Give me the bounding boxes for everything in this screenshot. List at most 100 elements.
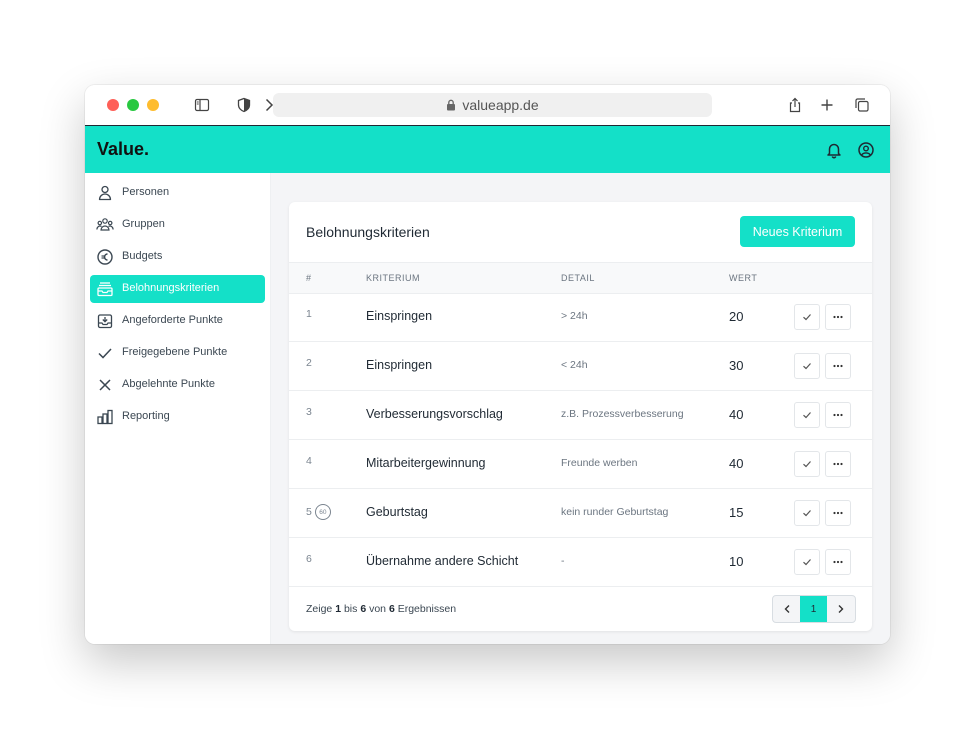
- sidebar-item-freigegebene-punkte[interactable]: Freigegebene Punkte: [90, 339, 265, 367]
- new-tab-icon[interactable]: [819, 97, 835, 113]
- criterion-name: Mitarbeitergewinnung: [366, 456, 486, 470]
- approve-button[interactable]: [794, 304, 820, 330]
- check-icon: [96, 344, 114, 362]
- row-number-text: 4: [306, 455, 312, 467]
- table-header: # KRITERIUM DETAIL WERT: [289, 262, 872, 294]
- table-row: 2 Einspringen < 24h 30: [289, 341, 872, 391]
- summary-from: 1: [335, 603, 342, 615]
- pagination: 1: [772, 595, 856, 623]
- sidebar-item-angeforderte-punkte[interactable]: Angeforderte Punkte: [90, 307, 265, 335]
- euro-icon: [96, 248, 114, 266]
- approve-button[interactable]: [794, 353, 820, 379]
- count-badge: 60: [314, 504, 331, 520]
- sidebar-item-reporting[interactable]: Reporting: [90, 403, 265, 431]
- url-text: valueapp.de: [462, 97, 539, 113]
- prev-page-button[interactable]: [773, 596, 800, 622]
- check-icon: [803, 559, 811, 566]
- row-number: 2: [306, 357, 312, 369]
- app-header: Value.: [85, 126, 890, 173]
- address-bar[interactable]: valueapp.de: [273, 93, 712, 117]
- ellipsis-icon: [833, 560, 843, 564]
- ellipsis-icon: [833, 511, 843, 515]
- criterion-value: 40: [729, 407, 744, 422]
- chevron-left-icon: [784, 605, 789, 613]
- privacy-shield-icon[interactable]: [236, 97, 252, 113]
- table-row: 5 60 Geburtstag kein runder Geburtstag 1…: [289, 488, 872, 538]
- share-icon[interactable]: [787, 97, 803, 113]
- page-title: Belohnungskriterien: [306, 224, 430, 240]
- sidebar-item-gruppen[interactable]: Gruppen: [90, 211, 265, 239]
- more-options-button[interactable]: [825, 402, 851, 428]
- row-number: 6: [306, 553, 312, 565]
- row-number-text: 2: [306, 357, 312, 369]
- criterion-name: Geburtstag: [366, 505, 428, 519]
- row-number: 3: [306, 406, 312, 418]
- inbox-download-icon: [96, 312, 114, 330]
- row-number: 4: [306, 455, 312, 467]
- approve-button[interactable]: [794, 500, 820, 526]
- more-options-button[interactable]: [825, 500, 851, 526]
- criterion-name: Einspringen: [366, 358, 433, 372]
- app-logo[interactable]: Value.: [97, 139, 149, 160]
- criterion-detail: < 24h: [561, 359, 588, 371]
- table-footer: Zeige 1 bis 6 von 6 Ergebnissen 1: [289, 585, 872, 631]
- approve-button[interactable]: [794, 402, 820, 428]
- criterion-value: 15: [729, 505, 744, 520]
- sidebar-item-label: Reporting: [122, 410, 170, 422]
- criterion-value: 30: [729, 358, 744, 373]
- approve-button[interactable]: [794, 549, 820, 575]
- sidebar-item-belohnungskriterien[interactable]: Belohnungskriterien: [90, 275, 265, 303]
- row-number-text: 5: [306, 506, 312, 518]
- next-page-button[interactable]: [827, 596, 854, 622]
- sidebar-item-abgelehnte-punkte[interactable]: Abgelehnte Punkte: [90, 371, 265, 399]
- summary-total: 6: [388, 603, 395, 615]
- more-options-button[interactable]: [825, 549, 851, 575]
- ellipsis-icon: [833, 364, 843, 368]
- summary-suffix: Ergebnissen: [397, 603, 457, 615]
- check-icon: [803, 314, 811, 321]
- sidebar-item-label: Belohnungskriterien: [122, 282, 220, 294]
- check-icon: [803, 412, 811, 419]
- row-number-text: 6: [306, 553, 312, 565]
- more-options-button[interactable]: [825, 353, 851, 379]
- criterion-value: 10: [729, 554, 744, 569]
- tab-overview-icon[interactable]: [854, 97, 870, 113]
- criterion-detail: -: [561, 555, 565, 567]
- approve-button[interactable]: [794, 451, 820, 477]
- minimize-window-button[interactable]: [127, 99, 139, 111]
- person-icon: [96, 184, 114, 202]
- x-icon: [96, 376, 114, 394]
- criterion-detail: Freunde werben: [561, 457, 638, 469]
- row-number: 5 60: [306, 504, 331, 520]
- ellipsis-icon: [833, 413, 843, 417]
- sidebar-item-label: Abgelehnte Punkte: [122, 378, 215, 390]
- sidebar-item-label: Freigegebene Punkte: [122, 346, 228, 358]
- criterion-detail: > 24h: [561, 310, 588, 322]
- new-criterion-button[interactable]: Neues Kriterium: [740, 216, 855, 247]
- zoom-window-button[interactable]: [147, 99, 159, 111]
- check-icon: [803, 363, 811, 370]
- summary-prefix: Zeige: [306, 603, 333, 615]
- row-number: 1: [306, 308, 312, 320]
- criterion-value: 20: [729, 309, 744, 324]
- results-summary: Zeige 1 bis 6 von 6 Ergebnissen: [306, 603, 456, 615]
- table-row: 3 Verbesserungsvorschlag z.B. Prozessver…: [289, 390, 872, 440]
- browser-toolbar: valueapp.de: [85, 85, 890, 126]
- main-content: Belohnungskriterien Neues Kriterium # KR…: [271, 173, 890, 644]
- bell-icon[interactable]: [825, 141, 843, 159]
- table-row: 1 Einspringen > 24h 20: [289, 292, 872, 342]
- sidebar: Personen Gruppen Budgets Belohnungskrite…: [85, 173, 271, 644]
- criterion-name: Übernahme andere Schicht: [366, 554, 519, 568]
- more-options-button[interactable]: [825, 451, 851, 477]
- page-button-current[interactable]: 1: [800, 596, 827, 622]
- sidebar-item-personen[interactable]: Personen: [90, 179, 265, 207]
- sidebar-item-budgets[interactable]: Budgets: [90, 243, 265, 271]
- user-circle-icon[interactable]: [857, 141, 875, 159]
- sidebar-toggle-icon[interactable]: [194, 97, 210, 113]
- check-icon: [803, 510, 811, 517]
- close-window-button[interactable]: [107, 99, 119, 111]
- more-options-button[interactable]: [825, 304, 851, 330]
- table-row: 6 Übernahme andere Schicht - 10: [289, 537, 872, 587]
- check-icon: [803, 461, 811, 468]
- group-icon: [96, 216, 114, 234]
